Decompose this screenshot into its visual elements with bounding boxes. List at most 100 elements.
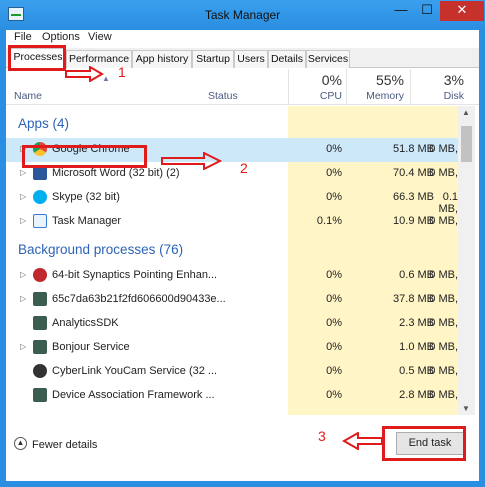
memory-column-header[interactable]: Memory (356, 90, 404, 102)
name-column-header[interactable]: Name (14, 90, 42, 102)
process-row[interactable]: ▷ Skype (32 bit) 0% 66.3 MB 0.1 MB, (6, 186, 458, 215)
process-memory: 10.9 MB (393, 215, 434, 227)
expand-chevron-icon[interactable]: ▷ (20, 270, 26, 279)
chevron-up-icon[interactable]: ▲ (14, 437, 27, 450)
status-column-header[interactable]: Status (208, 90, 238, 102)
process-icon (33, 292, 47, 306)
process-row[interactable]: Device Association Framework ... 0% 2.8 … (6, 384, 458, 408)
process-name: CyberLink YouCam Service (32 ... (52, 365, 218, 377)
process-row[interactable]: ▷ Task Manager 0.1% 10.9 MB 0 MB, (6, 210, 458, 234)
process-memory: 1.0 MB (399, 341, 434, 353)
scroll-down-icon[interactable]: ▼ (462, 404, 470, 413)
vertical-scrollbar[interactable]: ▲ ▼ (458, 106, 475, 415)
task-manager-window: File Options View Processes Performance … (6, 30, 479, 481)
tab-details[interactable]: Details (268, 50, 306, 68)
process-row[interactable]: ▷ 65c7da63b21f2fd606600d90433e... 0% 37.… (6, 288, 458, 312)
expand-chevron-icon[interactable]: ▷ (20, 216, 26, 225)
process-icon (33, 340, 47, 354)
annotation-box-processes (8, 45, 66, 71)
process-disk: 0 MB, (429, 389, 458, 401)
process-row[interactable]: CyberLink YouCam Service (32 ... 0% 0.5 … (6, 360, 458, 384)
process-memory: 2.8 MB (399, 389, 434, 401)
column-divider (346, 69, 347, 105)
process-memory: 0.5 MB (399, 365, 434, 377)
maximize-button[interactable]: ☐ (414, 1, 440, 21)
process-disk: 0 MB, (429, 317, 458, 329)
word-icon (33, 166, 47, 180)
process-name: 65c7da63b21f2fd606600d90433e... (52, 293, 226, 305)
process-cpu: 0% (326, 389, 342, 401)
expand-chevron-icon[interactable]: ▷ (20, 192, 26, 201)
annotation-number: 3 (318, 428, 326, 444)
process-disk: 0 MB, (429, 143, 458, 155)
annotation-arrow-icon (65, 66, 104, 82)
process-memory: 70.4 MB (393, 167, 434, 179)
tab-app-history[interactable]: App history (132, 50, 192, 68)
annotation-arrow-icon (161, 152, 222, 170)
youcam-icon (33, 364, 47, 378)
process-disk: 0 MB, (429, 365, 458, 377)
tab-strip: Processes Performance App history Startu… (6, 48, 479, 69)
group-header-background: Background processes (76) (18, 242, 184, 257)
process-cpu: 0% (326, 317, 342, 329)
process-name: Device Association Framework ... (52, 389, 215, 401)
close-button[interactable]: ✕ (440, 1, 484, 21)
process-cpu: 0.1% (316, 215, 342, 227)
menu-view[interactable]: View (88, 31, 112, 43)
disk-total-percent: 3% (443, 72, 464, 88)
process-name: AnalyticsSDK (52, 317, 119, 329)
cpu-column-header[interactable]: CPU (298, 90, 342, 102)
process-disk: 0 MB, (429, 341, 458, 353)
process-memory: 2.3 MB (399, 317, 434, 329)
scroll-up-icon[interactable]: ▲ (462, 108, 470, 117)
expand-chevron-icon[interactable]: ▷ (20, 294, 26, 303)
process-cpu: 0% (326, 191, 342, 203)
process-memory: 51.8 MB (393, 143, 434, 155)
process-name: Bonjour Service (52, 341, 130, 353)
process-name: 64-bit Synaptics Pointing Enhan... (52, 269, 218, 281)
tab-startup[interactable]: Startup (192, 50, 234, 68)
minimize-button[interactable]: — (388, 1, 414, 21)
column-divider (410, 69, 411, 105)
skype-icon (33, 190, 47, 204)
group-header-apps: Apps (4) (18, 116, 70, 131)
menu-options[interactable]: Options (42, 31, 80, 43)
process-memory: 0.6 MB (399, 269, 434, 281)
expand-chevron-icon[interactable]: ▷ (20, 342, 26, 351)
process-disk: 0 MB, (429, 269, 458, 281)
process-icon (33, 388, 47, 402)
process-memory: 37.8 MB (393, 293, 434, 305)
fewer-details-link[interactable]: Fewer details (32, 439, 97, 451)
process-cpu: 0% (326, 269, 342, 281)
task-manager-icon (33, 214, 47, 228)
process-cpu: 0% (326, 143, 342, 155)
expand-chevron-icon[interactable]: ▷ (20, 168, 26, 177)
process-disk: 0 MB, (429, 293, 458, 305)
cpu-total-percent: 0% (321, 72, 342, 88)
process-name: Skype (32 bit) (52, 191, 120, 203)
menu-file[interactable]: File (14, 31, 32, 43)
process-row[interactable]: ▷ 64-bit Synaptics Pointing Enhan... 0% … (6, 264, 458, 288)
tab-users[interactable]: Users (234, 50, 268, 68)
menu-bar: File Options View (6, 30, 479, 44)
process-disk: 0 MB, (429, 215, 458, 227)
column-divider (288, 69, 289, 105)
process-cpu: 0% (326, 293, 342, 305)
annotation-number: 1 (118, 64, 126, 80)
process-row[interactable]: ▷ Bonjour Service 0% 1.0 MB 0 MB, (6, 336, 458, 360)
memory-total-percent: 55% (375, 72, 404, 88)
process-cpu: 0% (326, 365, 342, 377)
process-name: Task Manager (52, 215, 122, 227)
disk-column-header[interactable]: Disk (424, 90, 464, 102)
annotation-number: 2 (240, 160, 248, 176)
annotation-box-chrome (22, 145, 147, 168)
synaptics-icon (33, 268, 47, 282)
annotation-box-end-task (382, 426, 466, 461)
process-row[interactable]: AnalyticsSDK 0% 2.3 MB 0 MB, (6, 312, 458, 336)
process-cpu: 0% (326, 341, 342, 353)
annotation-arrow-icon (342, 432, 383, 450)
tab-services[interactable]: Services (306, 50, 350, 68)
scroll-thumb[interactable] (461, 126, 472, 162)
process-disk: 0 MB, (429, 167, 458, 179)
process-memory: 66.3 MB (393, 191, 434, 203)
